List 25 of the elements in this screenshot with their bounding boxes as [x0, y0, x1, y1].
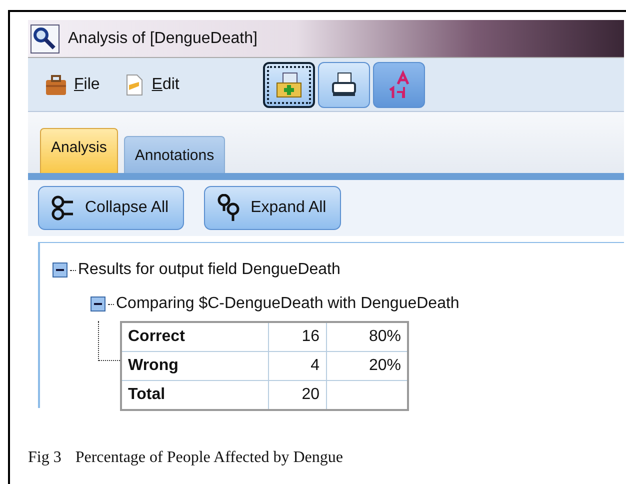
tree-node-label[interactable]: Comparing $C-DengueDeath with DengueDeath — [116, 292, 460, 316]
figure-label: Fig 3 — [28, 448, 62, 468]
expand-all-button[interactable]: Expand All — [204, 186, 342, 230]
briefcase-icon — [44, 72, 68, 96]
toolbar-button[interactable] — [318, 62, 370, 108]
expand-icon — [216, 194, 241, 222]
collapse-node-icon[interactable] — [90, 296, 106, 312]
table-cell: 16 — [268, 322, 326, 352]
row-header-cell: Correct — [121, 322, 268, 352]
tree-line — [98, 321, 120, 361]
table-cell: 4 — [268, 352, 326, 380]
figure-caption: Percentage of People Affected by Dengue — [75, 448, 343, 468]
menu-item[interactable]: File — [44, 72, 100, 96]
row-header-cell: Wrong — [121, 352, 268, 380]
tab[interactable]: Analysis — [40, 128, 118, 173]
add-document-icon — [274, 70, 304, 100]
toolbar-button[interactable] — [263, 62, 316, 108]
search-icon — [30, 24, 60, 54]
window-title: Analysis of [DengueDeath] — [68, 28, 258, 48]
collapse-icon — [51, 195, 75, 221]
tab[interactable]: Annotations — [124, 136, 226, 173]
collapse-node-icon[interactable] — [52, 262, 68, 278]
tree-node-label[interactable]: Results for output field DengueDeath — [78, 258, 340, 282]
collapse-all-button[interactable]: Collapse All — [38, 186, 184, 230]
menu-item[interactable]: Edit — [122, 72, 180, 96]
